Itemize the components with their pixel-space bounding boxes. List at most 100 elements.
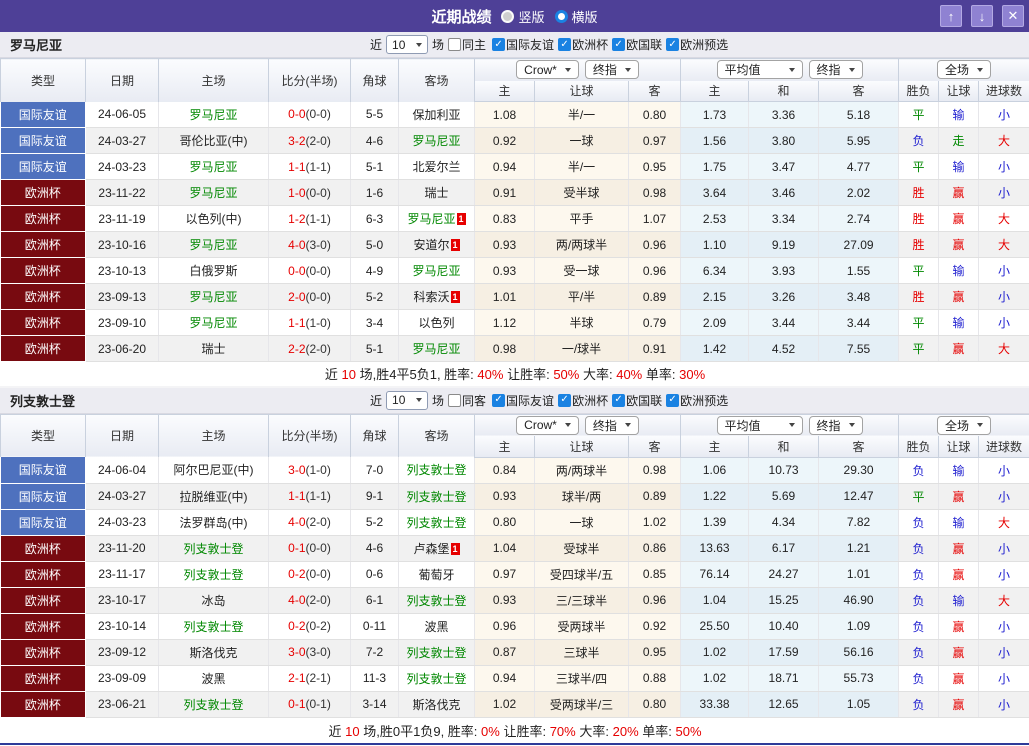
cell-home-team: 罗马尼亚 bbox=[158, 179, 269, 206]
scope-select[interactable]: 全场 bbox=[937, 60, 992, 80]
cell-result-handicap: 输 bbox=[938, 257, 980, 284]
radio-button-icon[interactable] bbox=[501, 9, 515, 23]
cell-result-goals: 大 bbox=[978, 335, 1029, 362]
cell-result-wdl: 负 bbox=[898, 639, 940, 666]
checkbox-checked-icon[interactable]: ✓ bbox=[666, 38, 680, 51]
cell-avg-home: 33.38 bbox=[680, 691, 750, 718]
summary-text: 40% bbox=[616, 367, 643, 383]
cell-date: 24-06-04 bbox=[85, 457, 159, 484]
competition-filter[interactable]: ✓ 国际友谊 bbox=[492, 392, 554, 409]
match-row: 国际友谊 24-03-23 法罗群岛(中) 4-0(2-0) 5-2 列支敦士登… bbox=[0, 509, 1029, 536]
competition-filter[interactable]: ✓ 欧国联 bbox=[612, 36, 662, 53]
cell-odds-away: 0.95 bbox=[628, 153, 682, 180]
cell-odds-away: 0.85 bbox=[628, 561, 682, 588]
cell-avg-home: 25.50 bbox=[680, 613, 750, 640]
cell-away-team: 列支敦士登 bbox=[398, 639, 475, 666]
average-select[interactable]: 平均值 bbox=[716, 415, 803, 435]
cell-avg-home: 1.73 bbox=[680, 101, 750, 128]
bookmaker-select[interactable]: Crow* bbox=[516, 415, 579, 435]
cell-score: 3-2(2-0) bbox=[268, 127, 351, 154]
cell-odds-home: 0.84 bbox=[474, 457, 535, 484]
checkbox-checked-icon[interactable]: ✓ bbox=[612, 38, 626, 51]
chevron-down-icon bbox=[564, 423, 571, 428]
same-venue-filter[interactable]: 同客 bbox=[448, 392, 486, 409]
competition-filter[interactable]: ✓ 国际友谊 bbox=[492, 36, 554, 53]
scroll-down-button[interactable]: ↓ bbox=[971, 5, 993, 27]
competition-filter[interactable]: ✓ 欧洲预选 bbox=[666, 36, 728, 53]
cell-avg-away: 27.09 bbox=[818, 231, 900, 258]
checkbox-unchecked-icon[interactable] bbox=[448, 38, 462, 51]
radio-horizontal-layout[interactable]: 横版 bbox=[554, 7, 598, 26]
average-select[interactable]: 平均值 bbox=[716, 60, 803, 80]
cell-competition: 欧洲杯 bbox=[0, 639, 86, 666]
final-odds-select-2[interactable]: 终指 bbox=[808, 415, 863, 435]
cell-avg-away: 1.55 bbox=[818, 257, 900, 284]
checkbox-checked-icon[interactable]: ✓ bbox=[612, 393, 626, 407]
cell-odds-home: 1.12 bbox=[474, 309, 535, 336]
recent-count-select[interactable]: 10 bbox=[386, 390, 429, 410]
checkbox-checked-icon[interactable]: ✓ bbox=[558, 393, 572, 407]
cell-handicap: 受两球半/三 bbox=[534, 691, 629, 718]
cell-home-team: 罗马尼亚 bbox=[158, 309, 269, 336]
cell-avg-draw: 17.59 bbox=[748, 639, 820, 666]
cell-odds-home: 0.98 bbox=[474, 335, 535, 362]
cell-result-wdl: 负 bbox=[898, 561, 940, 588]
match-row: 国际友谊 24-06-04 阿尔巴尼亚(中) 3-0(1-0) 7-0 列支敦士… bbox=[0, 457, 1029, 484]
competition-filter[interactable]: ✓ 欧国联 bbox=[612, 392, 662, 409]
same-venue-filter[interactable]: 同主 bbox=[448, 36, 486, 53]
cell-result-wdl: 平 bbox=[898, 101, 940, 128]
final-odds-select-2[interactable]: 终指 bbox=[808, 60, 863, 80]
checkbox-unchecked-icon[interactable] bbox=[448, 393, 462, 407]
cell-score: 2-1(2-1) bbox=[268, 665, 351, 692]
cell-avg-away: 2.74 bbox=[818, 205, 900, 232]
cell-handicap: 受四球半/五 bbox=[534, 561, 629, 588]
cell-odds-home: 0.93 bbox=[474, 483, 535, 510]
close-button[interactable]: ✕ bbox=[1002, 5, 1024, 27]
scope-select[interactable]: 全场 bbox=[937, 415, 992, 435]
checkbox-checked-icon[interactable]: ✓ bbox=[666, 393, 680, 407]
cell-score: 4-0(3-0) bbox=[268, 231, 351, 258]
cell-odds-home: 1.01 bbox=[474, 283, 535, 310]
cell-odds-away: 0.91 bbox=[628, 335, 682, 362]
radio-vertical-layout[interactable]: 竖版 bbox=[501, 7, 545, 26]
cell-avg-away: 29.30 bbox=[818, 457, 900, 484]
cell-result-wdl: 负 bbox=[898, 127, 940, 154]
cell-result-handicap: 赢 bbox=[938, 283, 980, 310]
match-row: 欧洲杯 23-11-22 罗马尼亚 1-0(0-0) 1-6 瑞士 0.91 受… bbox=[0, 179, 1029, 206]
cell-competition: 欧洲杯 bbox=[0, 231, 86, 258]
chevron-down-icon bbox=[564, 67, 571, 72]
radio-button-icon[interactable] bbox=[554, 9, 568, 23]
final-odds-select[interactable]: 终指 bbox=[584, 415, 639, 435]
checkbox-checked-icon[interactable]: ✓ bbox=[558, 38, 572, 51]
cell-odds-away: 0.98 bbox=[628, 179, 682, 206]
final-odds-select[interactable]: 终指 bbox=[584, 60, 639, 80]
cell-home-team: 波黑 bbox=[158, 665, 269, 692]
matches-label: 场 bbox=[432, 38, 445, 52]
summary-text: 20% bbox=[612, 723, 639, 739]
cell-result-handicap: 输 bbox=[938, 587, 980, 614]
checkbox-checked-icon[interactable]: ✓ bbox=[492, 393, 506, 407]
cell-score: 0-0(0-0) bbox=[268, 101, 351, 128]
cell-date: 23-11-19 bbox=[85, 205, 159, 232]
cell-avg-away: 5.95 bbox=[818, 127, 900, 154]
subheader-odds-home: 主 bbox=[474, 436, 535, 458]
near-label: 近 bbox=[370, 38, 383, 52]
bookmaker-select[interactable]: Crow* bbox=[516, 60, 579, 80]
cell-odds-home: 0.97 bbox=[474, 561, 535, 588]
filter-bar: 近 10 场 同客 ✓ 国际友谊 ✓ 欧洲杯 ✓ 欧国联 ✓ 欧洲预选 bbox=[370, 390, 728, 410]
cell-date: 24-06-05 bbox=[85, 101, 159, 128]
cell-odds-home: 0.94 bbox=[474, 153, 535, 180]
recent-count-select[interactable]: 10 bbox=[386, 35, 429, 54]
competition-filter[interactable]: ✓ 欧洲杯 bbox=[558, 392, 608, 409]
competition-filter[interactable]: ✓ 欧洲预选 bbox=[666, 392, 728, 409]
match-row: 国际友谊 24-06-05 罗马尼亚 0-0(0-0) 5-5 保加利亚 1.0… bbox=[0, 101, 1029, 128]
cell-result-wdl: 负 bbox=[898, 509, 940, 536]
competition-filter[interactable]: ✓ 欧洲杯 bbox=[558, 36, 608, 53]
scroll-up-button[interactable]: ↑ bbox=[940, 5, 962, 27]
cell-odds-away: 0.96 bbox=[628, 257, 682, 284]
checkbox-checked-icon[interactable]: ✓ bbox=[492, 38, 506, 51]
cell-odds-home: 1.08 bbox=[474, 101, 535, 128]
summary-text: 大率: bbox=[582, 367, 613, 383]
cell-avg-home: 1.22 bbox=[680, 483, 750, 510]
cell-away-team: 瑞士 bbox=[398, 179, 475, 206]
